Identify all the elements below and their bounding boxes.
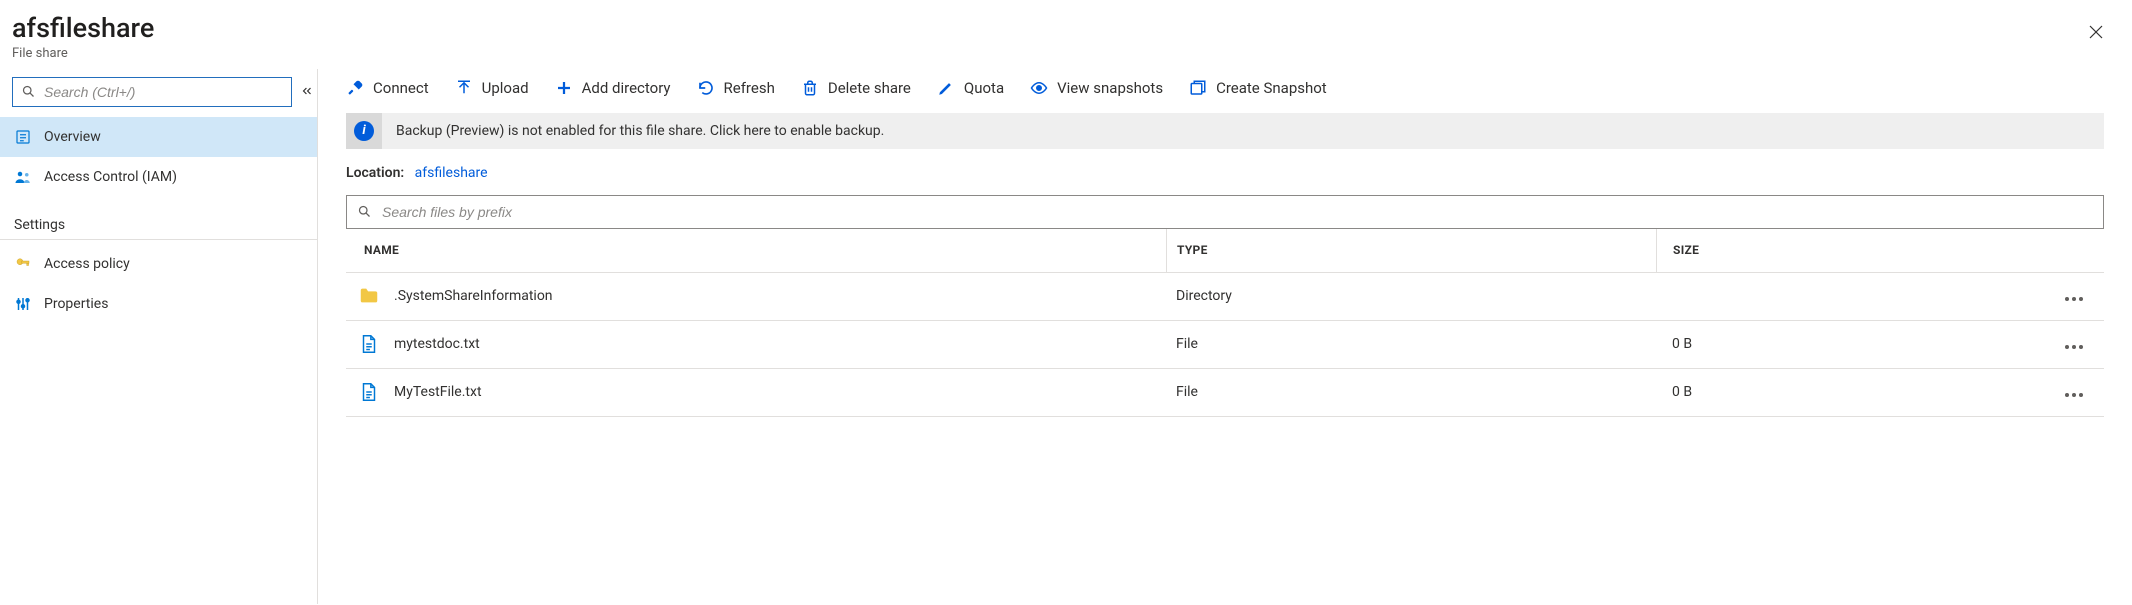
tool-label: Delete share <box>828 79 911 97</box>
file-size: 0 B <box>1656 336 1956 352</box>
sidebar-item-properties[interactable]: Properties <box>0 284 317 324</box>
chevron-double-left-icon <box>300 84 314 98</box>
file-name: mytestdoc.txt <box>394 336 480 352</box>
row-actions-button[interactable] <box>2058 330 2090 359</box>
snapshot-icon <box>1189 79 1207 97</box>
connect-button[interactable]: Connect <box>346 79 429 97</box>
sidebar-item-label: Access Control (IAM) <box>44 169 177 185</box>
file-type: File <box>1166 384 1656 400</box>
table-row[interactable]: MyTestFile.txt File 0 B <box>346 369 2104 417</box>
tool-label: Connect <box>373 79 429 97</box>
command-bar: Connect Upload Add directory Refresh <box>318 69 2132 107</box>
people-icon <box>14 168 32 186</box>
upload-button[interactable]: Upload <box>455 79 529 97</box>
file-name: .SystemShareInformation <box>394 288 553 304</box>
file-search[interactable] <box>346 195 2104 229</box>
sidebar-item-overview[interactable]: Overview <box>0 117 317 157</box>
sidebar-search-input[interactable] <box>44 84 283 100</box>
file-search-input[interactable] <box>382 204 2093 220</box>
column-header-size[interactable]: SIZE <box>1656 229 1956 272</box>
pencil-icon <box>937 79 955 97</box>
refresh-button[interactable]: Refresh <box>697 79 775 97</box>
sliders-icon <box>14 295 32 313</box>
location-row: Location: afsfileshare <box>318 161 2132 195</box>
key-icon <box>14 255 32 273</box>
info-icon: i <box>354 121 374 141</box>
view-snapshots-button[interactable]: View snapshots <box>1030 79 1163 97</box>
sidebar-item-label: Properties <box>44 296 108 312</box>
main-content: Connect Upload Add directory Refresh <box>318 69 2132 604</box>
row-actions-button[interactable] <box>2058 378 2090 407</box>
page-subtitle: File share <box>12 46 154 61</box>
row-actions-button[interactable] <box>2058 282 2090 311</box>
delete-share-button[interactable]: Delete share <box>801 79 911 97</box>
upload-icon <box>455 79 473 97</box>
file-name: MyTestFile.txt <box>394 384 482 400</box>
file-type: Directory <box>1166 288 1656 304</box>
add-directory-button[interactable]: Add directory <box>555 79 671 97</box>
backup-info-banner[interactable]: i Backup (Preview) is not enabled for th… <box>346 113 2104 149</box>
trash-icon <box>801 79 819 97</box>
tool-label: Refresh <box>724 79 775 97</box>
folder-icon <box>358 285 380 307</box>
overview-icon <box>14 128 32 146</box>
blade-header: afsfileshare File share <box>0 0 2132 69</box>
file-type: File <box>1166 336 1656 352</box>
column-header-type[interactable]: TYPE <box>1166 229 1656 272</box>
more-icon <box>2064 392 2084 398</box>
close-button[interactable] <box>2078 14 2114 50</box>
sidebar-section-settings: Settings <box>0 197 317 240</box>
sidebar-item-iam[interactable]: Access Control (IAM) <box>0 157 317 197</box>
column-header-name[interactable]: NAME <box>346 243 1166 257</box>
refresh-icon <box>697 79 715 97</box>
table-row[interactable]: .SystemShareInformation Directory <box>346 273 2104 321</box>
file-icon <box>358 381 380 403</box>
table-row[interactable]: mytestdoc.txt File 0 B <box>346 321 2104 369</box>
plug-icon <box>346 79 364 97</box>
sidebar-item-label: Access policy <box>44 256 130 272</box>
file-table: NAME TYPE SIZE .SystemShareInformation D… <box>346 229 2104 417</box>
more-icon <box>2064 296 2084 302</box>
banner-text: Backup (Preview) is not enabled for this… <box>382 123 884 139</box>
tool-label: Quota <box>964 79 1004 97</box>
location-link[interactable]: afsfileshare <box>415 165 488 181</box>
sidebar-item-label: Overview <box>44 129 101 145</box>
tool-label: Add directory <box>582 79 671 97</box>
file-icon <box>358 333 380 355</box>
sidebar-search[interactable] <box>12 77 292 107</box>
search-icon <box>357 204 372 219</box>
create-snapshot-button[interactable]: Create Snapshot <box>1189 79 1327 97</box>
tool-label: View snapshots <box>1057 79 1163 97</box>
sidebar: Overview Access Control (IAM) Settings A… <box>0 69 318 604</box>
more-icon <box>2064 344 2084 350</box>
tool-label: Upload <box>482 79 529 97</box>
close-icon <box>2087 23 2105 41</box>
tool-label: Create Snapshot <box>1216 79 1327 97</box>
info-icon-wrap: i <box>346 113 382 149</box>
table-header: NAME TYPE SIZE <box>346 229 2104 273</box>
plus-icon <box>555 79 573 97</box>
quota-button[interactable]: Quota <box>937 79 1004 97</box>
search-icon <box>21 84 36 99</box>
sidebar-item-access-policy[interactable]: Access policy <box>0 244 317 284</box>
location-label: Location: <box>346 165 404 181</box>
file-size: 0 B <box>1656 384 1956 400</box>
eye-icon <box>1030 79 1048 97</box>
collapse-sidebar-button[interactable] <box>295 79 319 103</box>
page-title: afsfileshare <box>12 14 154 44</box>
